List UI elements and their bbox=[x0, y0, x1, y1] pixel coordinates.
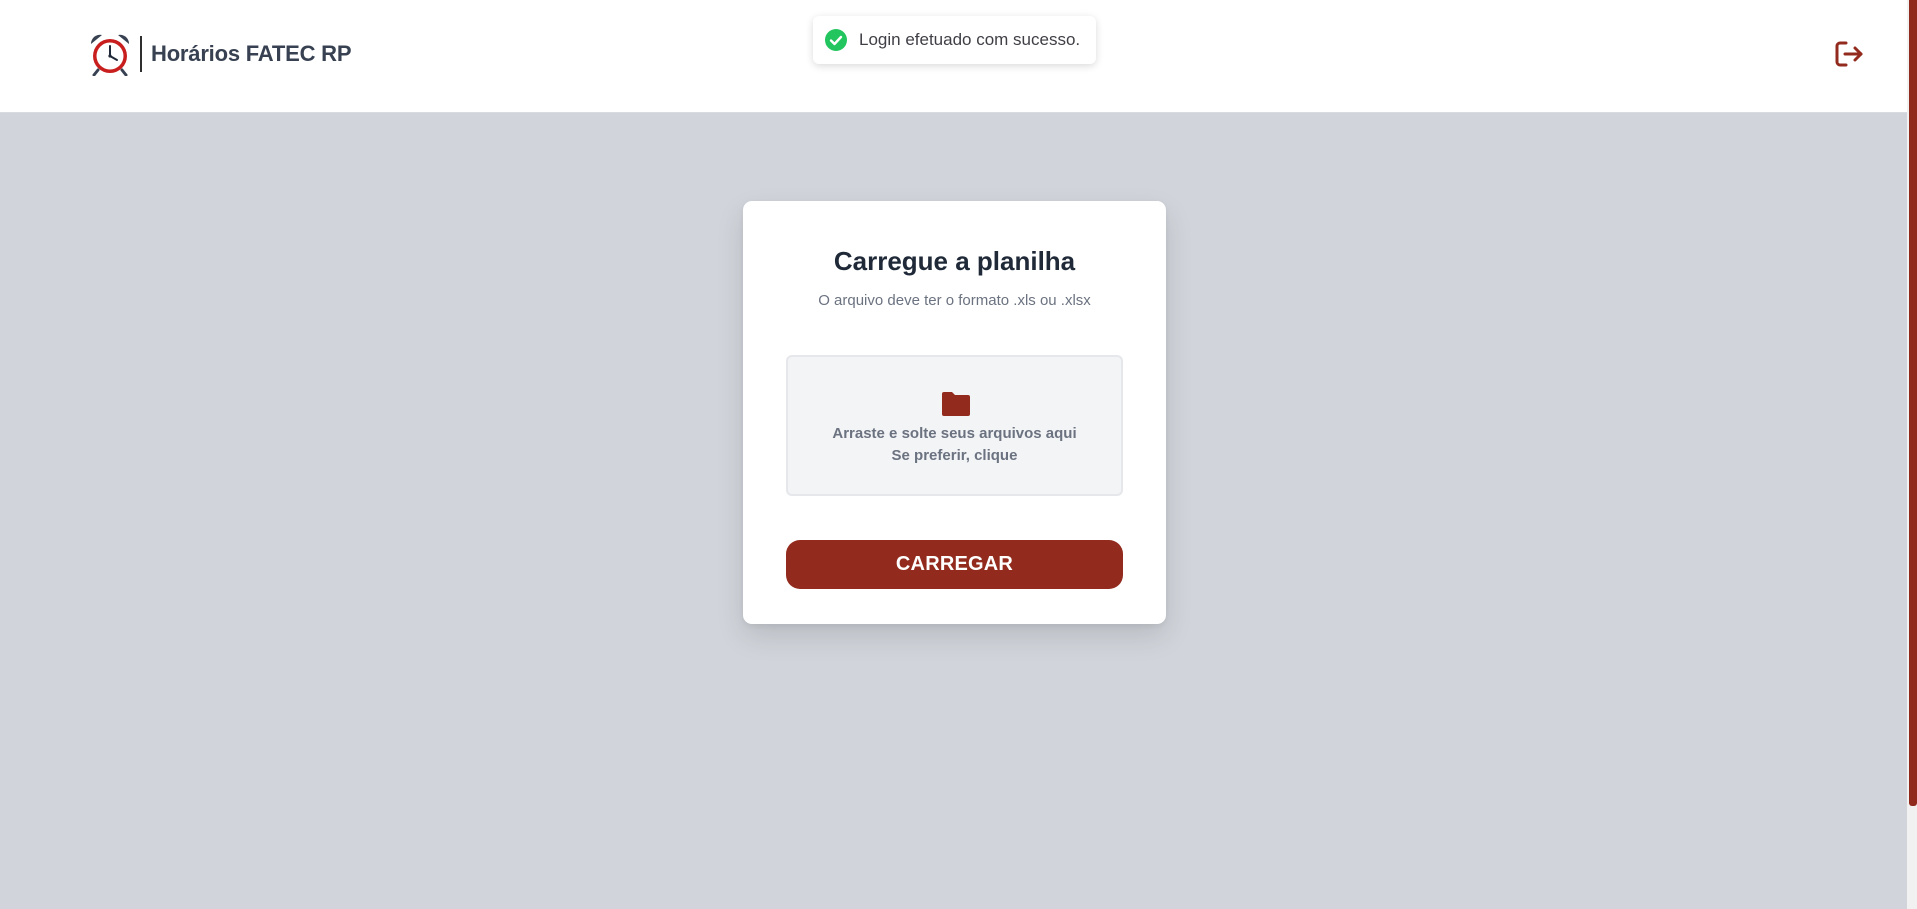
file-dropzone[interactable]: Arraste e solte seus arquivos aqui Se pr… bbox=[786, 355, 1123, 496]
dropzone-click-hint: Se preferir, clique bbox=[891, 447, 1018, 464]
card-subtitle: O arquivo deve ter o formato .xls ou .xl… bbox=[818, 292, 1091, 309]
scrollbar-thumb[interactable] bbox=[1909, 0, 1917, 806]
scrollbar-track[interactable] bbox=[1907, 0, 1917, 909]
logout-icon bbox=[1835, 41, 1863, 67]
check-circle-icon bbox=[825, 29, 847, 51]
upload-card: Carregue a planilha O arquivo deve ter o… bbox=[743, 201, 1166, 624]
toast-message: Login efetuado com sucesso. bbox=[859, 30, 1081, 49]
folder-icon bbox=[942, 392, 970, 416]
app-title: Horários FATEC RP bbox=[151, 41, 352, 66]
success-toast[interactable]: Login efetuado com sucesso. bbox=[813, 16, 1096, 64]
brand-divider bbox=[140, 36, 142, 72]
card-title: Carregue a planilha bbox=[833, 246, 1076, 276]
dropzone-instruction: Arraste e solte seus arquivos aqui bbox=[832, 425, 1077, 442]
alarm-clock-icon bbox=[90, 34, 130, 76]
brand[interactable]: Horários FATEC RP bbox=[88, 32, 352, 76]
upload-button[interactable]: CARREGAR bbox=[786, 540, 1123, 589]
logout-button[interactable] bbox=[1833, 38, 1865, 70]
